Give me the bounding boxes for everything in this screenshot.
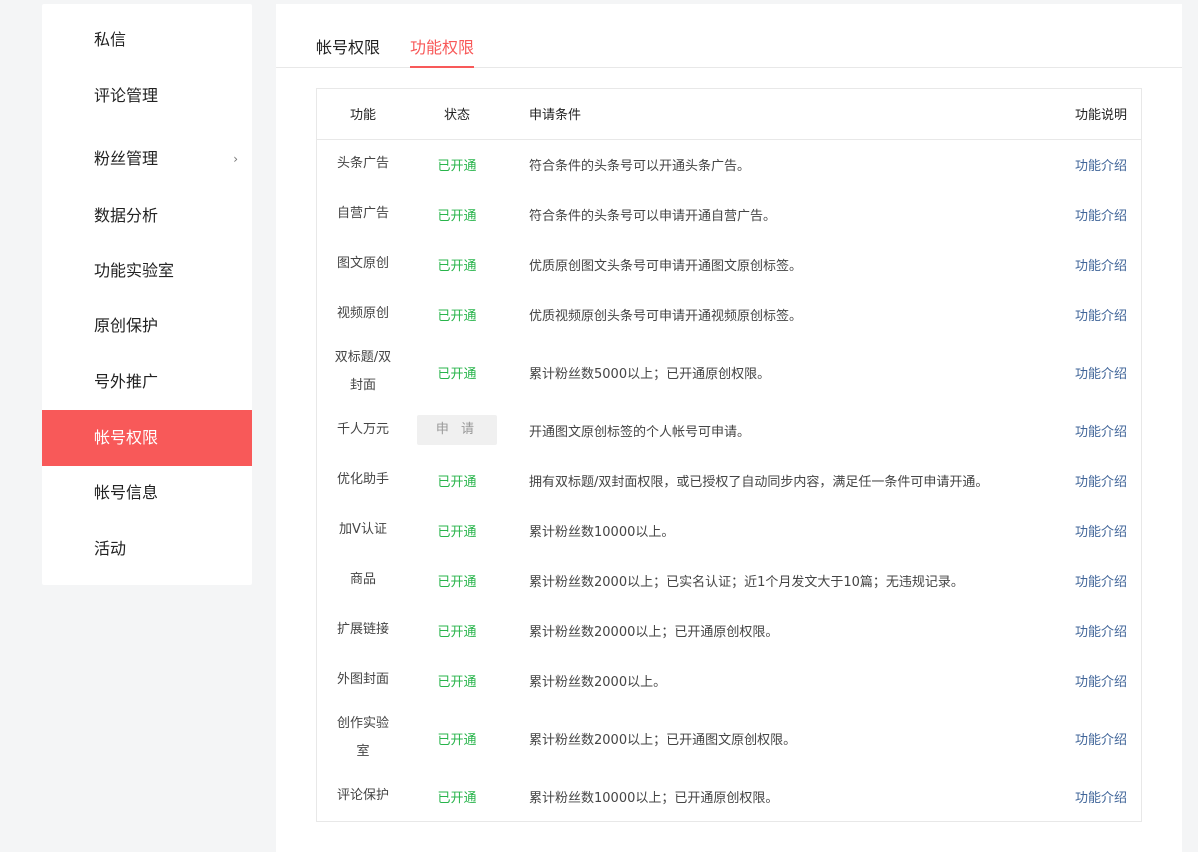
feature-intro-link[interactable]: 功能介绍 <box>1075 425 1127 440</box>
feature-name: 千人万元 <box>336 422 389 437</box>
table-row: 外图封面 已开通 累计粉丝数2000以上。 功能介绍 <box>317 655 1141 705</box>
condition-text: 拥有双标题/双封面权限，或已授权了自动同步内容，满足任一条件可申请开通。 <box>529 474 989 490</box>
condition-text: 累计粉丝数2000以上；已实名认证；近1个月发文大于10篇；无违规记录。 <box>529 574 964 590</box>
table-row: 扩展链接 已开通 累计粉丝数20000以上；已开通原创权限。 功能介绍 <box>317 605 1141 655</box>
condition-text: 符合条件的头条号可以开通头条广告。 <box>529 158 751 174</box>
sidebar-nav: 私信 评论管理 粉丝管理 › 数据分析 功能实验室 原创保护 号外推广 帐号权限 … <box>42 4 252 585</box>
feature-intro-link[interactable]: 功能介绍 <box>1075 791 1127 806</box>
table-row: 自营广告 已开通 符合条件的头条号可以申请开通自营广告。 功能介绍 <box>317 189 1141 239</box>
status-badge: 已开通 <box>437 208 477 224</box>
status-badge: 已开通 <box>437 158 477 174</box>
sidebar-item-label: 号外推广 <box>94 372 159 391</box>
sidebar-item-label: 功能实验室 <box>94 261 175 280</box>
tab-account-permissions[interactable]: 帐号权限 <box>316 34 380 68</box>
condition-text: 累计粉丝数20000以上；已开通原创权限。 <box>529 624 779 640</box>
condition-text: 累计粉丝数2000以上。 <box>529 674 667 690</box>
sidebar-item-label: 活动 <box>94 539 127 558</box>
feature-intro-link[interactable]: 功能介绍 <box>1075 675 1127 690</box>
feature-intro-link[interactable]: 功能介绍 <box>1075 309 1127 324</box>
feature-intro-link[interactable]: 功能介绍 <box>1075 525 1127 540</box>
header-feature: 功能 <box>317 89 409 140</box>
status-badge: 已开通 <box>437 258 477 274</box>
sidebar-item-promotion[interactable]: 号外推广 <box>42 354 252 410</box>
feature-name: 评论保护 <box>336 788 389 803</box>
feature-name: 图文原创 <box>336 256 389 271</box>
feature-name: 加V认证 <box>339 522 387 537</box>
condition-text: 累计粉丝数10000以上；已开通原创权限。 <box>529 790 779 806</box>
sidebar-item-account-info[interactable]: 帐号信息 <box>42 465 252 521</box>
condition-text: 累计粉丝数10000以上。 <box>529 524 675 540</box>
feature-intro-link[interactable]: 功能介绍 <box>1075 159 1127 174</box>
tab-bar: 帐号权限 功能权限 <box>276 4 1182 68</box>
table-row: 千人万元 申 请 开通图文原创标签的个人帐号可申请。 功能介绍 <box>317 405 1141 455</box>
tab-feature-permissions[interactable]: 功能权限 <box>410 34 475 68</box>
sidebar-item-lab[interactable]: 功能实验室 <box>42 243 252 299</box>
sidebar-item-label: 原创保护 <box>94 316 159 335</box>
sidebar-item-messages[interactable]: 私信 <box>42 12 252 68</box>
condition-text: 累计粉丝数5000以上；已开通原创权限。 <box>529 366 771 382</box>
sidebar-item-fans[interactable]: 粉丝管理 › <box>42 131 252 187</box>
feature-name: 头条广告 <box>336 156 389 172</box>
table-row: 创作实验室 已开通 累计粉丝数2000以上；已开通图文原创权限。 功能介绍 <box>317 705 1141 771</box>
status-badge: 已开通 <box>437 574 477 590</box>
status-badge: 已开通 <box>437 366 477 382</box>
header-status: 状态 <box>409 89 505 140</box>
feature-intro-link[interactable]: 功能介绍 <box>1075 259 1127 274</box>
table-row: 头条广告 已开通 符合条件的头条号可以开通头条广告。 功能介绍 <box>317 139 1141 189</box>
feature-name: 创作实验室 <box>336 716 389 759</box>
feature-intro-link[interactable]: 功能介绍 <box>1075 575 1127 590</box>
feature-name: 双标题/双封面 <box>334 350 392 393</box>
status-badge: 已开通 <box>437 674 477 690</box>
table-row: 图文原创 已开通 优质原创图文头条号可申请开通图文原创标签。 功能介绍 <box>317 239 1141 289</box>
feature-name: 商品 <box>349 572 376 587</box>
status-badge: 已开通 <box>437 732 477 748</box>
status-badge: 已开通 <box>437 790 477 806</box>
feature-name: 优化助手 <box>336 472 389 487</box>
chevron-right-icon: › <box>233 152 238 166</box>
condition-text: 符合条件的头条号可以申请开通自营广告。 <box>529 208 777 224</box>
feature-intro-link[interactable]: 功能介绍 <box>1075 367 1127 382</box>
header-condition: 申请条件 <box>505 89 1031 140</box>
feature-name: 外图封面 <box>336 672 389 687</box>
sidebar-item-label: 评论管理 <box>94 86 159 105</box>
condition-text: 优质原创图文头条号可申请开通图文原创标签。 <box>529 258 803 274</box>
feature-intro-link[interactable]: 功能介绍 <box>1075 475 1127 490</box>
condition-text: 优质视频原创头条号可申请开通视频原创标签。 <box>529 308 803 324</box>
sidebar-item-original-protection[interactable]: 原创保护 <box>42 298 252 354</box>
permissions-table: 功能 状态 申请条件 功能说明 头条广告 已开通 符合条件的头条号可以开通头条广… <box>316 88 1142 822</box>
sidebar-item-activities[interactable]: 活动 <box>42 521 252 577</box>
status-badge: 已开通 <box>437 624 477 640</box>
feature-intro-link[interactable]: 功能介绍 <box>1075 209 1127 224</box>
table-row: 评论保护 已开通 累计粉丝数10000以上；已开通原创权限。 功能介绍 <box>317 771 1141 821</box>
feature-name: 自营广告 <box>336 206 389 221</box>
table-row: 优化助手 已开通 拥有双标题/双封面权限，或已授权了自动同步内容，满足任一条件可… <box>317 455 1141 505</box>
table-header-row: 功能 状态 申请条件 功能说明 <box>317 89 1141 140</box>
feature-name: 扩展链接 <box>336 622 389 637</box>
header-description: 功能说明 <box>1031 89 1141 140</box>
sidebar-item-label: 帐号权限 <box>94 428 159 447</box>
feature-name: 视频原创 <box>336 306 389 321</box>
main-panel: 帐号权限 功能权限 功能 状态 申请条件 功能说明 头条广告 已开通 符合条件的… <box>276 4 1182 852</box>
condition-text: 累计粉丝数2000以上；已开通图文原创权限。 <box>529 732 797 748</box>
sidebar-item-comments[interactable]: 评论管理 <box>42 68 252 124</box>
table-row: 商品 已开通 累计粉丝数2000以上；已实名认证；近1个月发文大于10篇；无违规… <box>317 555 1141 605</box>
table-row: 双标题/双封面 已开通 累计粉丝数5000以上；已开通原创权限。 功能介绍 <box>317 339 1141 405</box>
sidebar-item-analytics[interactable]: 数据分析 <box>42 188 252 244</box>
condition-text: 开通图文原创标签的个人帐号可申请。 <box>529 424 751 440</box>
table-row: 视频原创 已开通 优质视频原创头条号可申请开通视频原创标签。 功能介绍 <box>317 289 1141 339</box>
sidebar-item-label: 私信 <box>94 30 127 49</box>
status-badge: 已开通 <box>437 524 477 540</box>
feature-intro-link[interactable]: 功能介绍 <box>1075 625 1127 640</box>
sidebar-item-label: 粉丝管理 <box>94 149 159 168</box>
status-badge: 已开通 <box>437 474 477 490</box>
sidebar-item-label: 帐号信息 <box>94 483 159 502</box>
feature-intro-link[interactable]: 功能介绍 <box>1075 733 1127 748</box>
apply-button[interactable]: 申 请 <box>417 415 497 445</box>
table-row: 加V认证 已开通 累计粉丝数10000以上。 功能介绍 <box>317 505 1141 555</box>
sidebar-item-account-permissions[interactable]: 帐号权限 <box>42 410 252 466</box>
sidebar-item-label: 数据分析 <box>94 206 159 225</box>
status-badge: 已开通 <box>437 308 477 324</box>
